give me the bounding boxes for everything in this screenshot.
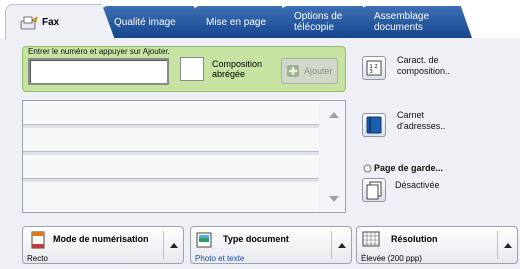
resolution-expand-button[interactable] — [497, 231, 517, 259]
add-button-label: Ajouter — [304, 66, 333, 76]
cover-page-button[interactable] — [362, 178, 386, 202]
resolution-icon — [362, 231, 380, 247]
scan-mode-value: Recto — [27, 254, 48, 263]
tab-mise-en-page[interactable]: Mise en page — [192, 6, 292, 38]
chevron-down-icon — [329, 196, 339, 202]
dial-characters-button[interactable]: 1 2 3 — [362, 56, 386, 80]
fax-icon — [20, 15, 38, 30]
tab-assemblage-documents[interactable]: Assemblage documents — [360, 6, 472, 38]
svg-text:3: 3 — [370, 69, 373, 75]
list-row[interactable] — [23, 128, 319, 152]
scan-mode-card[interactable]: Mode de numérisation Recto — [22, 226, 184, 264]
cover-page-radio-icon[interactable] — [363, 164, 372, 176]
tab-bar: Assemblage documents Options de télécopi… — [0, 0, 520, 42]
list-row[interactable] — [23, 155, 319, 179]
document-type-card[interactable]: Type document Photo et texte — [190, 226, 352, 264]
address-book-label: Carnet d'adresses.. — [397, 110, 446, 131]
scan-mode-icon — [31, 231, 45, 249]
entry-instruction: Entrer le numéro et appuyer sur Ajouter. — [28, 47, 170, 56]
fax-number-input[interactable] — [28, 58, 169, 85]
tab-label: Mise en page — [206, 16, 267, 28]
address-book-icon — [366, 116, 382, 134]
resolution-value: Élevée (200 ppp) — [361, 254, 422, 263]
chevron-up-icon — [337, 242, 346, 248]
tab-fax[interactable]: Fax — [5, 4, 115, 40]
dial-characters-icon: 1 2 3 — [366, 60, 382, 76]
tab-options-telecopie[interactable]: Options de télécopie — [280, 6, 372, 38]
tab-label: Fax — [42, 17, 60, 28]
list-row[interactable] — [23, 182, 319, 212]
scan-mode-title: Mode de numérisation — [53, 234, 149, 244]
resolution-title: Résolution — [391, 234, 438, 244]
scroll-up-button[interactable] — [323, 105, 345, 125]
tab-label: Assemblage documents — [374, 11, 430, 33]
recipient-list[interactable] — [22, 100, 346, 213]
document-type-value: Photo et texte — [195, 254, 245, 263]
tab-label: Qualité image — [114, 16, 176, 28]
speed-dial-label: Composition abrégée — [212, 59, 263, 79]
list-row[interactable] — [23, 101, 319, 125]
scroll-down-button[interactable] — [323, 189, 345, 209]
cover-page-label: Page de garde... — [374, 163, 444, 173]
speed-dial-checkbox[interactable] — [180, 57, 204, 81]
cover-page-value: Désactivée — [395, 180, 440, 190]
document-type-icon — [196, 232, 212, 248]
add-button[interactable]: Ajouter — [281, 58, 338, 84]
tab-label: Options de télécopie — [294, 11, 343, 33]
chevron-up-icon — [169, 242, 178, 248]
dial-characters-label: Caract. de composition.. — [397, 55, 451, 76]
cover-page-icon — [366, 181, 382, 200]
chevron-up-icon — [329, 112, 339, 118]
tab-qualite-image[interactable]: Qualité image — [100, 6, 204, 38]
add-icon — [286, 64, 300, 78]
address-book-button[interactable] — [362, 113, 386, 137]
chevron-up-icon — [503, 242, 512, 248]
document-type-expand-button[interactable] — [331, 231, 351, 259]
document-type-title: Type document — [223, 234, 289, 244]
resolution-card[interactable]: Résolution Élevée (200 ppp) — [356, 226, 518, 264]
svg-text:2: 2 — [375, 64, 378, 70]
scan-mode-expand-button[interactable] — [163, 231, 183, 259]
